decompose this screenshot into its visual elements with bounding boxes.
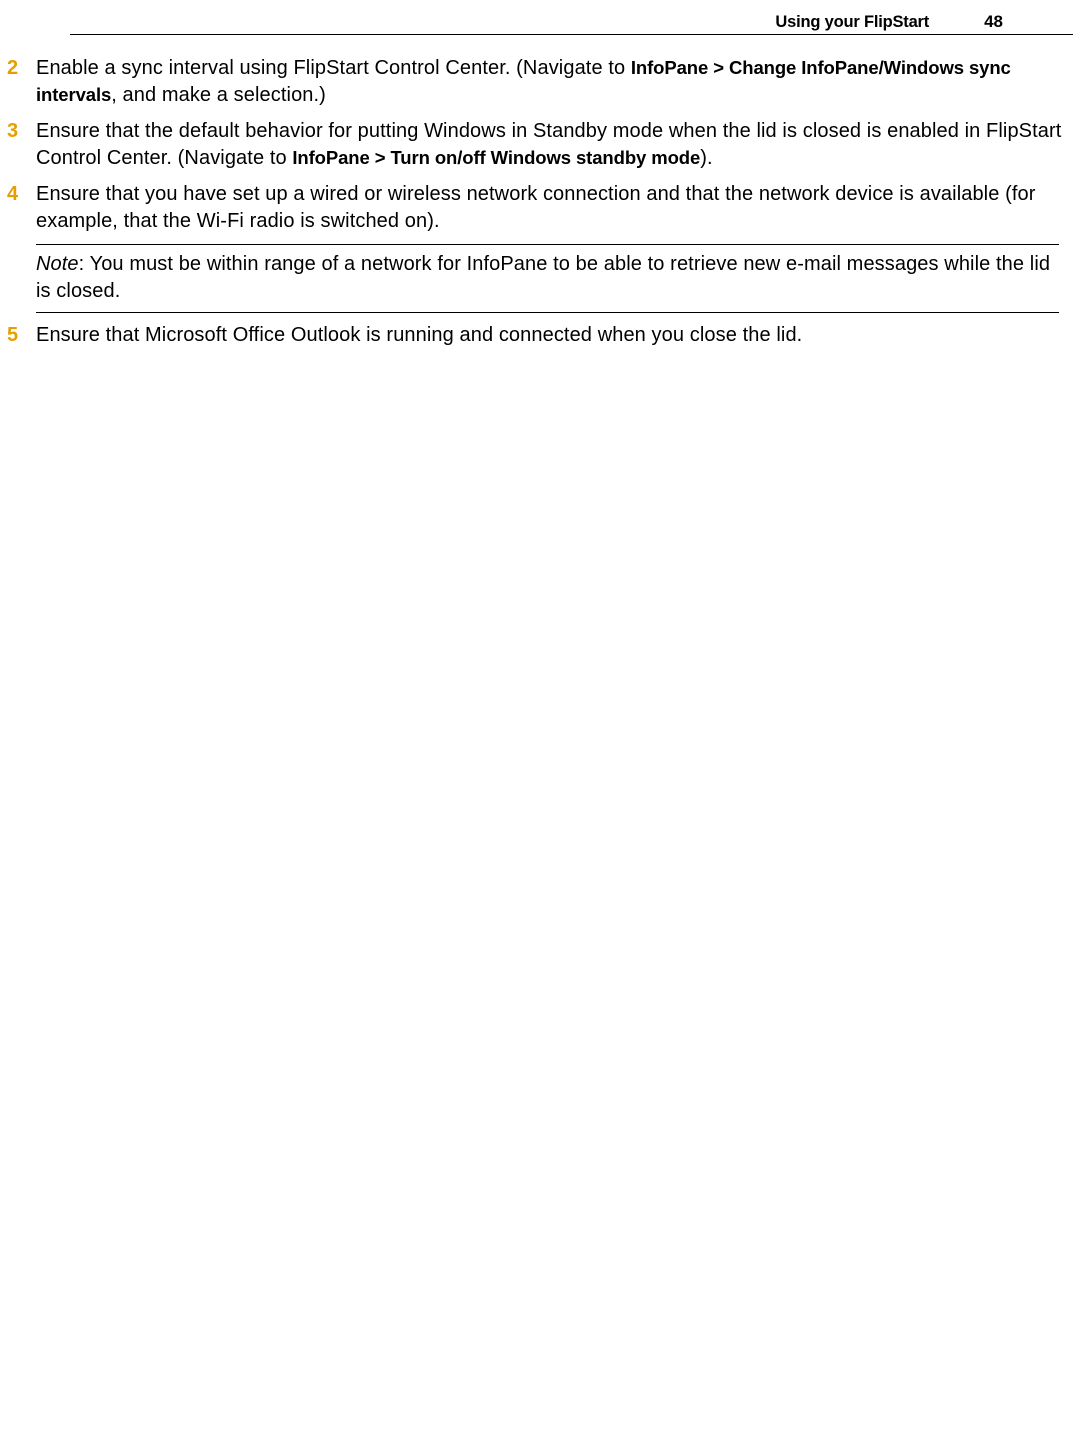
body-text: ). [700, 147, 712, 169]
instruction-item: 3Ensure that the default behavior for pu… [5, 118, 1073, 172]
item-body: Enable a sync interval using FlipStart C… [36, 55, 1073, 109]
item-number: 5 [5, 322, 36, 349]
item-body: Ensure that the default behavior for put… [36, 118, 1073, 172]
instruction-item: 2Enable a sync interval using FlipStart … [5, 55, 1073, 109]
header-title: Using your FlipStart [775, 13, 929, 32]
body-text: Ensure that Microsoft Office Outlook is … [36, 324, 802, 346]
header-page-number: 48 [984, 12, 1003, 32]
note-box: Note: You must be within range of a netw… [36, 244, 1059, 313]
instruction-item: 5Ensure that Microsoft Office Outlook is… [5, 322, 1073, 349]
instruction-item: 4Ensure that you have set up a wired or … [5, 181, 1073, 235]
body-text: Enable a sync interval using FlipStart C… [36, 57, 631, 79]
item-number: 2 [5, 55, 36, 82]
note-text: : You must be within range of a network … [36, 253, 1050, 302]
instruction-list-continued: 5Ensure that Microsoft Office Outlook is… [5, 322, 1073, 349]
item-body: Ensure that Microsoft Office Outlook is … [36, 322, 1073, 349]
instruction-list: 2Enable a sync interval using FlipStart … [5, 55, 1073, 235]
item-number: 4 [5, 181, 36, 208]
page-header: Using your FlipStart 48 [70, 12, 1073, 35]
note-label: Note [36, 253, 79, 275]
body-text: , and make a selection.) [111, 84, 326, 106]
body-text: Ensure that you have set up a wired or w… [36, 183, 1036, 232]
item-number: 3 [5, 118, 36, 145]
item-body: Ensure that you have set up a wired or w… [36, 181, 1073, 235]
bold-text: InfoPane > Turn on/off Windows standby m… [292, 147, 700, 168]
